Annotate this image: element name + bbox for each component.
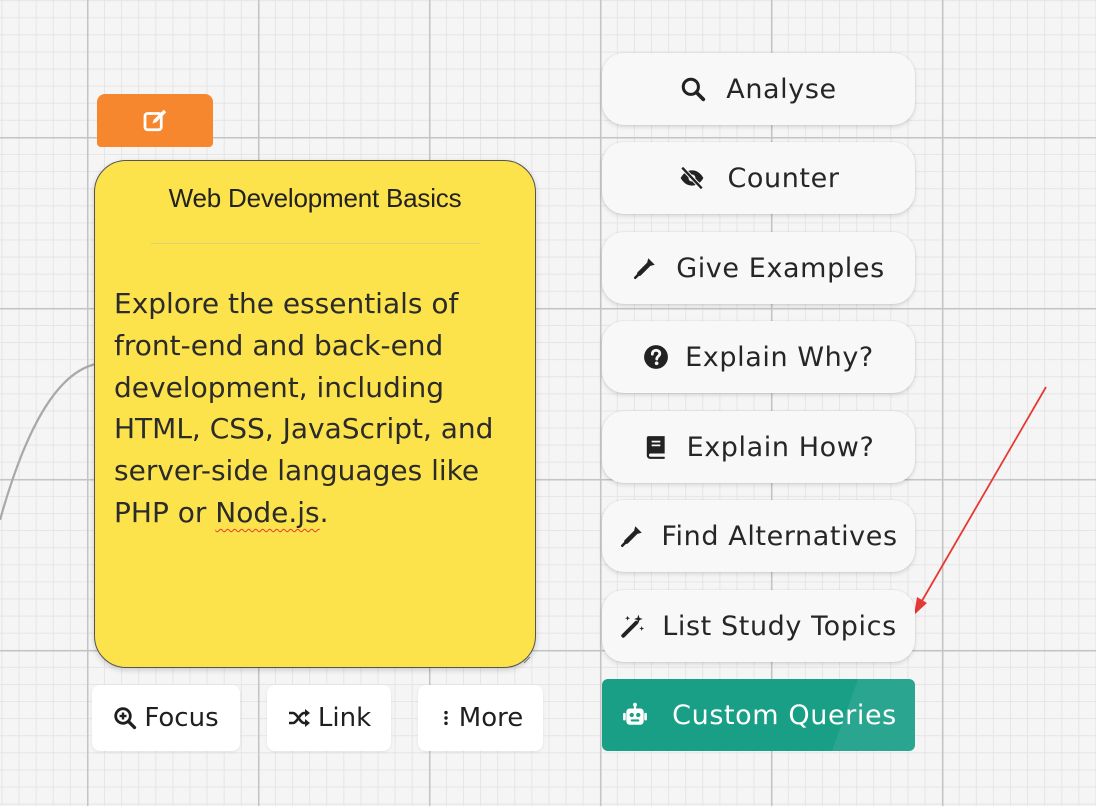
focus-button[interactable]: Focus <box>92 685 240 751</box>
edit-icon <box>143 109 167 131</box>
analyse-button-label: Analyse <box>726 73 837 105</box>
vertical-dots-icon <box>444 710 448 726</box>
robot-icon <box>623 702 648 725</box>
note-body[interactable]: Explore the essentials of front-end and … <box>114 283 507 534</box>
eye-slash-icon <box>681 166 704 190</box>
link-button[interactable]: Link <box>267 685 391 751</box>
spellcheck-flagged-word: Node.js <box>215 495 320 529</box>
note-body-line: HTML, CSS, JavaScript, and <box>114 412 494 446</box>
note-divider <box>151 243 480 244</box>
explain-why-button[interactable]: Explain Why? <box>602 321 915 393</box>
note-body-text: . <box>319 495 329 529</box>
shuffle-icon <box>288 709 310 727</box>
zoom-in-icon <box>114 707 137 730</box>
annotation-arrow-head <box>914 597 927 615</box>
more-button[interactable]: More <box>418 685 543 751</box>
annotation-arrow-shaft <box>918 386 1047 607</box>
note-body-line: PHP or Node.js. <box>114 492 507 534</box>
counter-button[interactable]: Counter <box>602 142 915 214</box>
note-body-line: front-end and back-end <box>114 328 444 362</box>
explain-how-button[interactable]: Explain How? <box>602 411 915 483</box>
eyedropper-icon <box>621 526 643 548</box>
resize-handle-icon[interactable] <box>523 656 531 664</box>
analyse-button[interactable]: Analyse <box>602 53 915 125</box>
find-alternatives-button-label: Find Alternatives <box>661 520 898 552</box>
list-study-topics-button[interactable]: List Study Topics <box>602 590 915 662</box>
question-circle-icon <box>644 345 669 369</box>
search-icon <box>681 77 706 102</box>
eyedropper-icon <box>634 258 655 280</box>
note-body-line: server-side languages like <box>114 454 480 488</box>
note-body-line: Explore the essentials of <box>114 287 459 320</box>
custom-queries-button[interactable]: Custom Queries <box>602 679 915 751</box>
counter-button-label: Counter <box>727 162 840 194</box>
explain-why-button-label: Explain Why? <box>685 341 874 373</box>
give-examples-button[interactable]: Give Examples <box>602 232 915 304</box>
note-card[interactable]: Web Development Basics Explore the essen… <box>94 160 536 668</box>
edit-note-button[interactable] <box>97 94 213 147</box>
find-alternatives-button[interactable]: Find Alternatives <box>602 500 915 572</box>
list-study-topics-button-label: List Study Topics <box>662 610 897 642</box>
custom-queries-button-label: Custom Queries <box>672 699 897 731</box>
link-button-label: Link <box>317 703 372 733</box>
focus-button-label: Focus <box>144 703 219 733</box>
note-body-text: PHP or <box>114 495 216 529</box>
explain-how-button-label: Explain How? <box>686 431 875 463</box>
book-icon <box>646 436 665 459</box>
note-title: Web Development Basics <box>168 183 462 213</box>
more-button-label: More <box>458 703 524 733</box>
give-examples-button-label: Give Examples <box>676 252 885 284</box>
magic-wand-icon <box>621 614 645 638</box>
note-body-line: development, including <box>114 370 445 404</box>
connector-line <box>0 362 97 521</box>
